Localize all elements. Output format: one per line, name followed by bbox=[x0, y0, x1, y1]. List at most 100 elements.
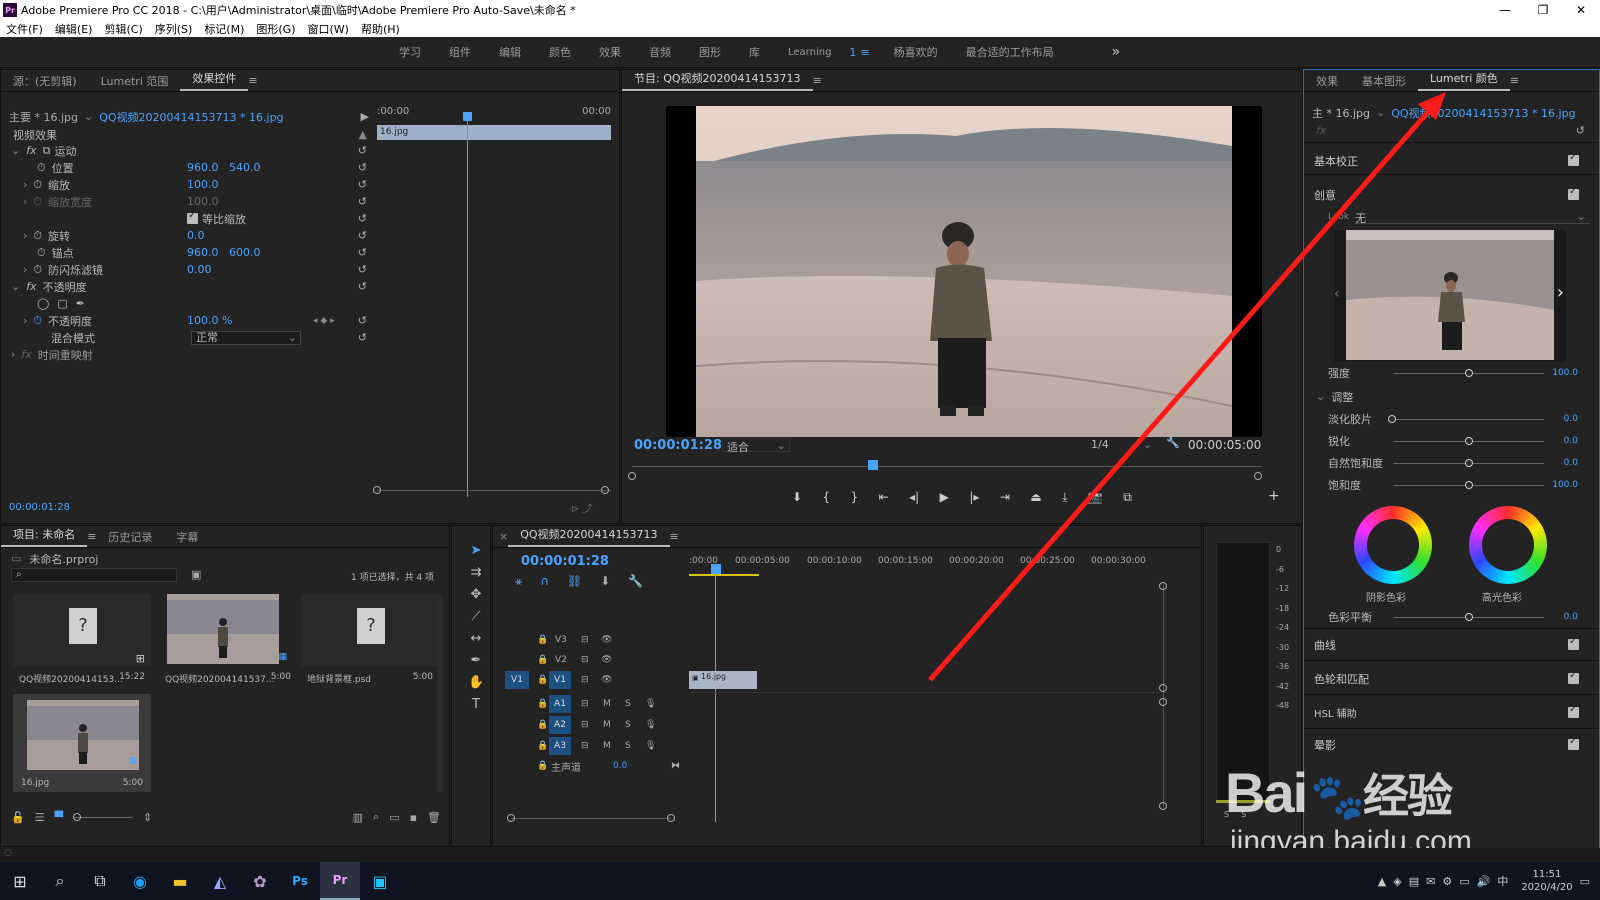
eye-icon[interactable]: 👁 bbox=[601, 635, 612, 645]
previous-look-icon[interactable]: ‹ bbox=[1334, 286, 1340, 302]
track-label[interactable]: V2 bbox=[555, 655, 567, 665]
tab-source[interactable]: 源：(无剪辑) bbox=[1, 73, 89, 89]
taskbar-time[interactable]: 11:51 bbox=[1533, 868, 1562, 881]
ime-indicator[interactable]: 中 bbox=[1497, 873, 1508, 889]
microphone-icon[interactable]: 🎙 bbox=[645, 720, 656, 730]
sync-lock-icon[interactable]: ⊟ bbox=[581, 699, 589, 709]
workspace-learn[interactable]: 学习 bbox=[385, 44, 435, 60]
reset-icon[interactable]: ↺ bbox=[358, 212, 367, 225]
workspace-overflow-icon[interactable]: » bbox=[1098, 44, 1135, 60]
type-tool-icon[interactable]: T bbox=[468, 697, 484, 713]
new-item-icon[interactable]: ▪ bbox=[410, 811, 417, 824]
lumetri-clip-label[interactable]: QQ视频20200414153713 * 16.jpg bbox=[1391, 105, 1575, 121]
browser-icon[interactable]: ◉ bbox=[120, 862, 160, 900]
menu-file[interactable]: 文件(F) bbox=[0, 21, 49, 37]
timeline-playhead[interactable] bbox=[715, 572, 716, 822]
lock-icon[interactable]: 🔓 bbox=[11, 811, 25, 824]
zoom-slider[interactable] bbox=[73, 812, 134, 821]
uniform-scale-checkbox[interactable] bbox=[187, 210, 198, 224]
tab-lumetri-color[interactable]: Lumetri 颜色 bbox=[1418, 70, 1510, 91]
program-video-frame[interactable] bbox=[666, 106, 1262, 437]
timeline-horizontal-scrollbar[interactable] bbox=[511, 818, 671, 819]
reset-icon[interactable]: ↺ bbox=[358, 246, 367, 259]
workspace-custom-1[interactable]: 杨喜欢的 bbox=[880, 44, 952, 60]
mute-button[interactable]: M bbox=[603, 699, 611, 709]
highlight-tint-wheel[interactable] bbox=[1469, 506, 1547, 584]
export-frame-icon[interactable]: 📷 bbox=[1088, 490, 1103, 505]
project-scrollbar[interactable] bbox=[437, 596, 443, 792]
pen-tool-icon[interactable]: ✒ bbox=[468, 653, 484, 669]
mark-in-icon[interactable]: { bbox=[823, 490, 831, 505]
position-x-value[interactable]: 960.0 bbox=[187, 161, 219, 174]
selection-tool-icon[interactable]: ➤ bbox=[468, 543, 484, 559]
menu-window[interactable]: 窗口(W) bbox=[302, 21, 355, 37]
tint-balance-value[interactable]: 0.0 bbox=[1564, 612, 1578, 622]
look-select[interactable]: 无 ⌄ bbox=[1355, 210, 1590, 225]
menu-sequence[interactable]: 序列(S) bbox=[149, 21, 199, 37]
ellipse-mask-icon[interactable]: ◯ bbox=[37, 297, 49, 310]
volume-icon[interactable]: 🔊 bbox=[1477, 875, 1491, 888]
hand-tool-icon[interactable]: ✋ bbox=[468, 675, 484, 691]
solo-button[interactable]: S bbox=[625, 720, 631, 730]
app-icon[interactable]: ✿ bbox=[240, 862, 280, 900]
timeline-timecode[interactable]: 00:00:01:28 bbox=[521, 554, 609, 569]
track-label[interactable]: A2 bbox=[549, 716, 571, 734]
reset-icon[interactable]: ↺ bbox=[358, 263, 367, 276]
workspace-editing[interactable]: 编辑 bbox=[485, 44, 535, 60]
opacity-effect[interactable]: 不透明度 bbox=[43, 279, 87, 295]
stopwatch-icon[interactable]: ⏱ bbox=[33, 178, 42, 192]
sequence-clip-label[interactable]: QQ视频20200414153713 * 16.jpg bbox=[99, 109, 283, 125]
button-editor-plus-icon[interactable]: + bbox=[1268, 488, 1280, 504]
eye-icon[interactable]: 👁 bbox=[601, 655, 612, 665]
slip-tool-icon[interactable]: ↔ bbox=[468, 631, 484, 647]
panel-menu-icon[interactable]: ≡ bbox=[248, 74, 257, 87]
menu-graphics[interactable]: 图形(G) bbox=[250, 21, 301, 37]
faded-film-slider-track[interactable] bbox=[1394, 419, 1544, 420]
search-icon[interactable]: ⌕ bbox=[40, 862, 80, 900]
tab-captions[interactable]: 字幕 bbox=[164, 529, 210, 545]
reset-icon[interactable]: ↺ bbox=[358, 161, 367, 174]
chevron-down-icon[interactable]: ⌄ bbox=[1376, 106, 1385, 119]
premiere-taskbar-icon[interactable]: Pr bbox=[320, 862, 360, 900]
lock-icon[interactable]: 🔒 bbox=[537, 635, 548, 645]
workspace-custom-2[interactable]: 最合适的工作布局 bbox=[952, 44, 1068, 60]
scroll-handle[interactable] bbox=[1159, 582, 1167, 590]
saturation-value[interactable]: 100.0 bbox=[1552, 480, 1578, 490]
maximize-button[interactable]: ❐ bbox=[1524, 3, 1562, 17]
menu-edit[interactable]: 编辑(E) bbox=[49, 21, 99, 37]
collapse-up-icon[interactable]: ▲ bbox=[359, 128, 367, 141]
step-forward-icon[interactable]: |▸ bbox=[969, 490, 979, 505]
timeline-clip[interactable]: ▣ 16.jpg bbox=[689, 671, 757, 689]
work-area-bar[interactable] bbox=[689, 574, 759, 576]
lock-icon[interactable]: 🔒 bbox=[537, 741, 548, 751]
faded-film-slider-knob[interactable] bbox=[1388, 415, 1396, 423]
icon-view-icon[interactable]: ▀ bbox=[55, 811, 63, 824]
scroll-handle[interactable] bbox=[1159, 802, 1167, 810]
taskbar-date[interactable]: 2020/4/20 bbox=[1521, 881, 1572, 894]
workspace-audio[interactable]: 音频 bbox=[635, 44, 685, 60]
lock-icon[interactable]: 🔒 bbox=[537, 720, 548, 730]
adjustments-section[interactable]: 调整 bbox=[1331, 389, 1353, 405]
timeline-vertical-scrollbar[interactable] bbox=[1163, 584, 1164, 808]
timeline-playhead-handle[interactable] bbox=[711, 564, 721, 574]
solo-button[interactable]: S bbox=[625, 741, 631, 751]
project-item-selected[interactable]: ▦ 16.jpg 5:00 bbox=[13, 694, 151, 792]
list-view-icon[interactable]: ☰ bbox=[35, 811, 45, 824]
workspace-graphics[interactable]: 图形 bbox=[685, 44, 735, 60]
ec-playhead-handle[interactable] bbox=[463, 112, 472, 121]
reset-icon[interactable]: ↺ bbox=[358, 195, 367, 208]
ec-zoom-handle[interactable] bbox=[601, 486, 609, 494]
scroll-handle[interactable] bbox=[1159, 698, 1167, 706]
basic-correction-section[interactable]: 基本校正 bbox=[1314, 153, 1358, 169]
program-playhead[interactable] bbox=[868, 460, 878, 470]
color-wheels-section[interactable]: 色轮和匹配 bbox=[1314, 671, 1369, 687]
hsl-secondary-section[interactable]: HSL 辅助 bbox=[1314, 705, 1357, 720]
task-view-icon[interactable]: ⧉ bbox=[80, 862, 120, 900]
go-to-in-icon[interactable]: ⇤ bbox=[879, 490, 889, 505]
go-to-out-icon[interactable]: ⇥ bbox=[1000, 490, 1010, 505]
flicker-value[interactable]: 0.00 bbox=[187, 263, 212, 276]
reset-icon[interactable]: ↺ bbox=[358, 314, 367, 327]
hsl-secondary-checkbox[interactable] bbox=[1568, 704, 1579, 718]
close-tab-icon[interactable]: × bbox=[499, 530, 508, 543]
new-bin-icon[interactable]: ▭ bbox=[389, 811, 399, 824]
